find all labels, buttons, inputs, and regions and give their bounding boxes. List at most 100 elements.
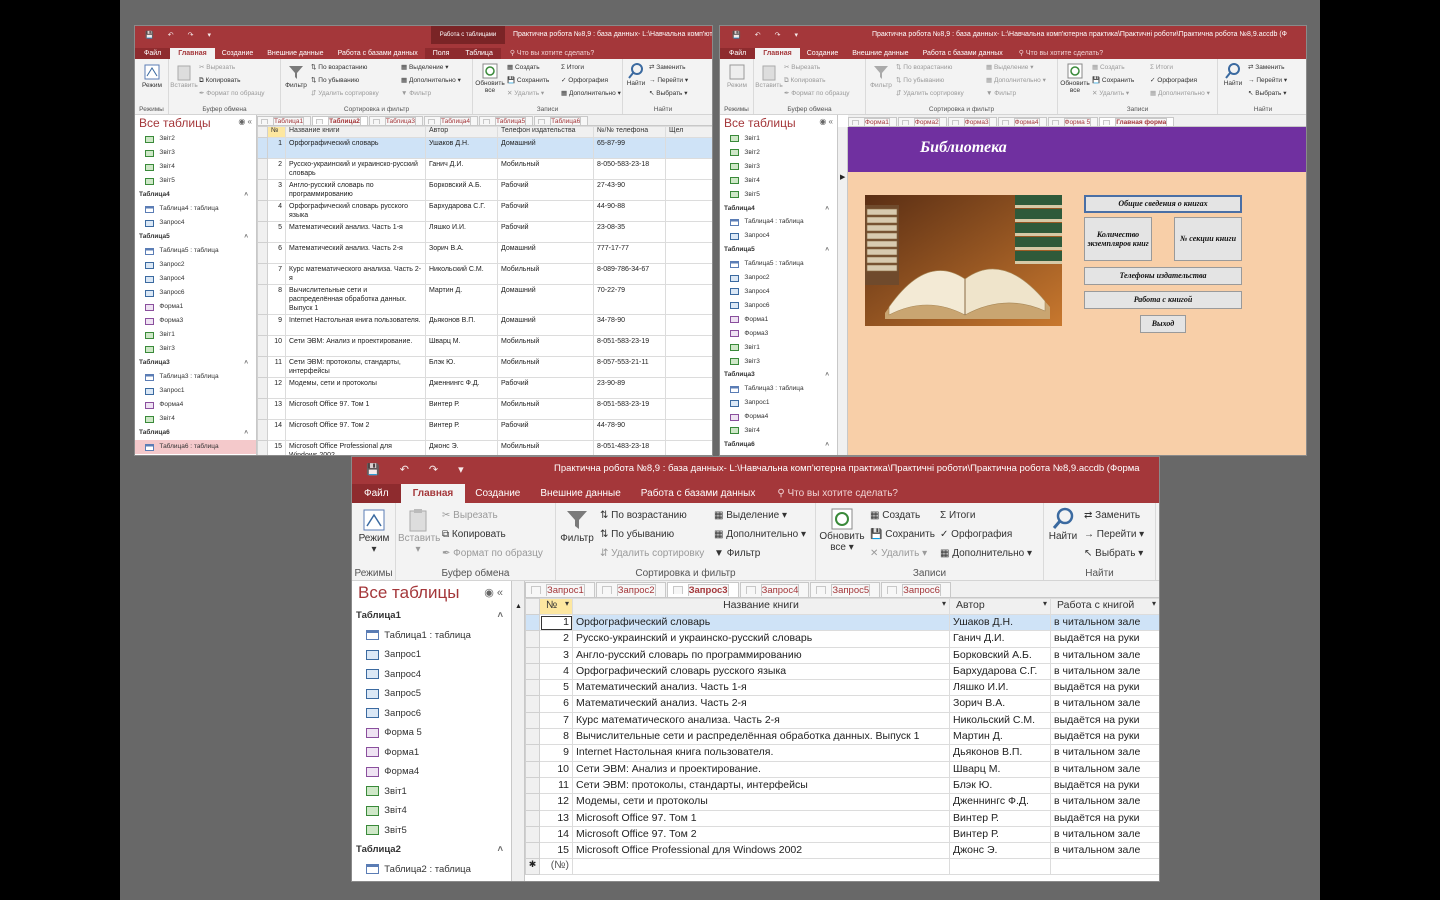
nav-item[interactable]: Звіт4 [135,412,256,426]
table-cell[interactable]: Дженнингс Ф.Д. [949,793,1051,811]
table-cell[interactable]: Математический анализ. Часть 2-я [572,695,950,713]
goto-button[interactable]: → Перейти ▾ [1248,74,1287,87]
nav-item[interactable]: Таблица1 : таблица [352,626,511,646]
paste-button[interactable]: Вставить [170,62,198,89]
nav-item[interactable]: Запрос4 [720,229,837,243]
copy-button[interactable]: ⧉ Копировать [199,74,265,87]
tab-database-tools[interactable]: Работа с базами данных [631,484,766,503]
section-number-button[interactable]: № секции книги [1174,217,1242,261]
table-cell[interactable]: Мобильный [497,440,594,455]
find-button[interactable]: Найти [1222,62,1244,87]
table-cell[interactable]: Мартин Д. [425,284,498,315]
remove-sort-button[interactable]: ⇵ Удалить сортировку [311,87,379,100]
table-cell[interactable]: 10 [267,335,286,357]
table-row[interactable]: 10 Сети ЭВМ: Анализ и проектирование. Швар… [525,760,1159,778]
table-cell[interactable]: Математический анализ. Часть 2-я [285,242,426,264]
table-cell[interactable]: в читальном зале [1050,662,1159,681]
nav-menu-icon[interactable]: ◉ « [238,117,252,126]
new-record-placeholder[interactable]: (№) [539,858,573,876]
table-cell[interactable]: Никольский С.М. [949,711,1051,730]
nav-item[interactable]: Таблица5 : таблица [720,257,837,271]
table-cell-empty[interactable] [665,263,712,285]
advanced-button[interactable]: ▦ Дополнительно ▾ [401,74,461,87]
table-cell[interactable]: Ганич Д.И. [949,630,1051,648]
table-cell[interactable]: 1 [267,137,286,159]
goto-button[interactable]: → Перейти ▾ [649,74,688,87]
table-cell[interactable]: Модемы, сети и протоколы [285,377,426,399]
record-selector[interactable] [525,760,540,778]
table-cell[interactable]: в читальном зале [1050,793,1159,811]
table-cell[interactable]: Рабочий [497,200,594,222]
table-cell[interactable]: 11 [267,356,286,378]
table-cell-empty[interactable] [665,377,712,399]
table-cell[interactable]: 4 [267,200,286,222]
column-dropdown-icon[interactable]: ▾ [1043,600,1047,609]
record-selector[interactable] [257,398,268,420]
table-cell[interactable]: Домашний [497,137,594,159]
table-cell[interactable]: выдаётся на руки [1050,711,1159,730]
save-icon[interactable]: 💾 [732,31,741,39]
redo-icon[interactable]: ↷ [775,31,781,39]
table-cell[interactable]: 44-78-90 [593,419,666,441]
table-cell[interactable]: Ушаков Д.Н. [425,137,498,159]
table-cell[interactable]: Математический анализ. Часть 1-я [285,221,426,243]
table-cell[interactable]: 7 [267,263,286,285]
more-records-button[interactable]: ▦ Дополнительно ▾ [940,544,1032,563]
table-cell[interactable]: Зорич В.А. [425,242,498,264]
column-header[interactable]: Название книги ▾ [572,598,950,615]
table-cell[interactable]: 9 [539,744,573,762]
record-selector[interactable] [257,356,268,378]
doc-tab[interactable]: Запрос5 [810,582,881,597]
undo-icon[interactable]: ↶ [755,31,761,39]
table-cell-empty[interactable] [665,242,712,264]
record-selector[interactable] [525,793,540,811]
table-cell[interactable]: Никольский С.М. [425,263,498,285]
refresh-all-button[interactable]: Обновить все [475,62,505,94]
table-cell[interactable]: 15 [267,440,286,455]
tab-file[interactable]: Файл [352,484,401,503]
nav-item[interactable]: Таблица5 : таблица [135,244,256,258]
table-row[interactable]: 1 Орфографический словарь Ушаков Д.Н. в чит… [525,613,1159,632]
nav-item[interactable]: Звіт4 [352,801,511,821]
nav-item[interactable]: Запрос2 [720,271,837,285]
table-cell[interactable]: Дьяконов В.П. [949,744,1051,762]
table-cell[interactable]: 65-87-99 [593,137,666,159]
filter-button[interactable]: Фильтр [868,62,894,89]
table-cell[interactable]: Модемы, сети и протоколы [572,793,950,811]
exit-button[interactable]: Выход [1140,315,1186,333]
new-record-button[interactable]: ▦ Создать [1092,61,1134,74]
table-cell[interactable]: 8-089-786-34-67 [593,263,666,285]
table-cell[interactable]: Мобильный [497,356,594,378]
nav-group-header[interactable]: Таблица6 ˄ [135,426,256,440]
table-cell[interactable]: выдаётся на руки [1050,679,1159,697]
record-selector[interactable] [525,646,540,664]
new-record-button[interactable]: ▦ Создать [870,506,935,525]
table-cell[interactable]: в читальном зале [1050,646,1159,664]
record-selector-bar[interactable]: ▶ [838,127,848,455]
nav-item[interactable]: Форма4 [135,398,256,412]
table-cell[interactable]: 7 [539,711,573,730]
tab-create[interactable]: Создание [800,48,846,59]
table-cell[interactable]: 8-051-483-23-18 [593,440,666,455]
table-cell[interactable]: 8 [539,728,573,746]
tab-database-tools[interactable]: Работа с базами данных [331,48,425,59]
table-cell[interactable]: 10 [539,760,573,778]
table-cell[interactable]: Ушаков Д.Н. [949,613,1051,632]
collapse-icon[interactable]: ˄ [497,840,503,860]
table-cell-empty[interactable] [572,858,950,876]
column-header[interactable]: Автор [425,126,498,138]
nav-item[interactable]: Звіт1 [720,341,837,355]
table-row[interactable]: 4 Орфографический словарь русского языка Б… [525,662,1159,681]
table-row[interactable]: 14 Microsoft Office 97. Том 2 Винтер Р. Раб… [257,419,712,441]
table-cell[interactable]: в читальном зале [1050,613,1159,632]
table-cell[interactable]: 13 [267,398,286,420]
nav-item[interactable]: Звіт5 [135,174,256,188]
nav-item[interactable]: Форма 5 [352,723,511,743]
table-row[interactable]: 15Microsoft Office Professional для Wind… [257,440,712,455]
table-row[interactable]: 3 Англо-русский словарь по программирован… [525,646,1159,664]
table-cell[interactable]: Мобильный [497,335,594,357]
publisher-phones-button[interactable]: Телефоны издательства [1084,267,1242,285]
nav-item[interactable]: Звіт1 [720,132,837,146]
table-cell[interactable]: Мобильный [497,263,594,285]
select-all-corner[interactable] [257,126,268,138]
